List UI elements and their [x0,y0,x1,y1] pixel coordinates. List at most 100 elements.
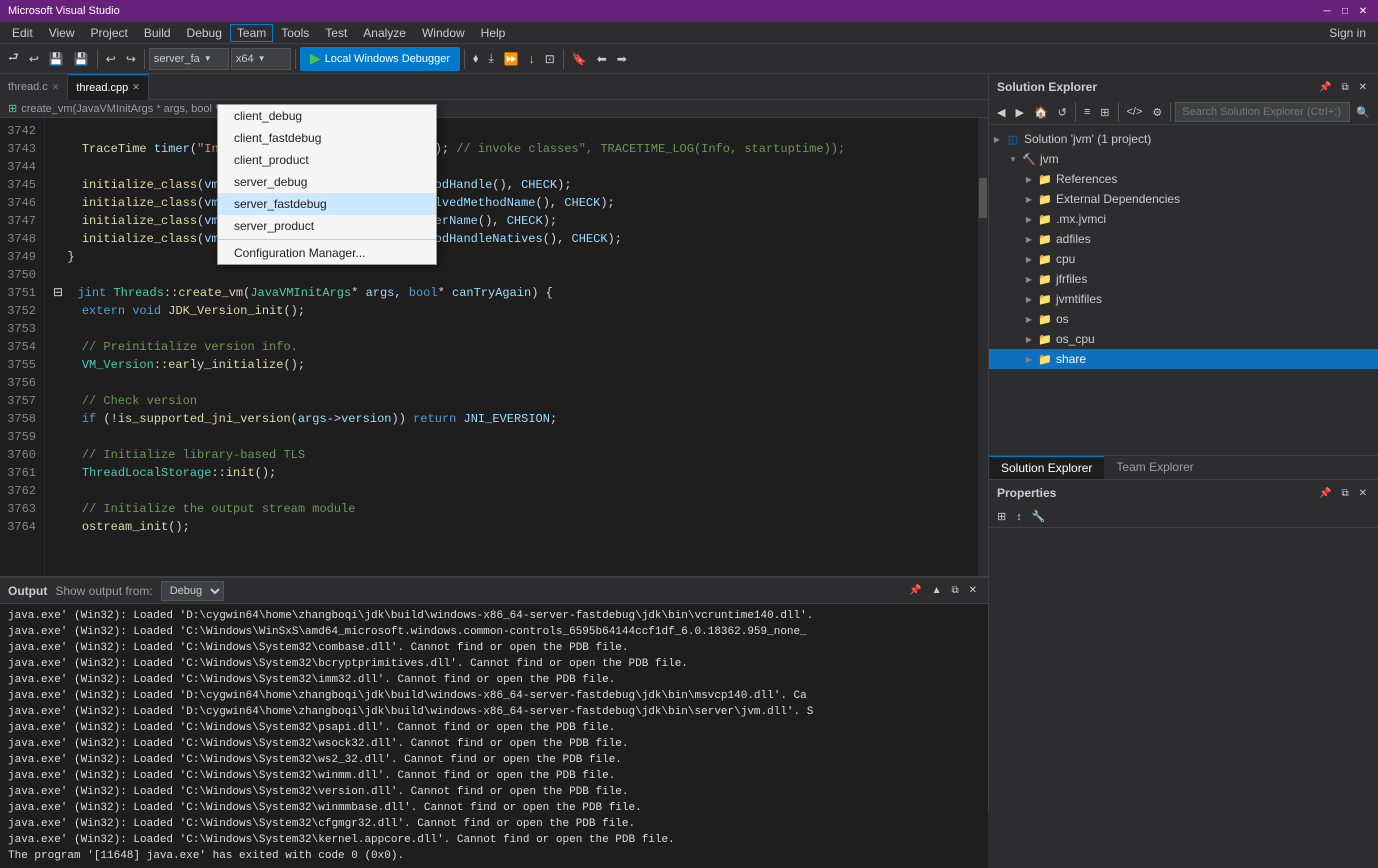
properties-header: Properties 📌 ⧉ ✕ [989,480,1378,506]
dropdown-item-4[interactable]: server_fastdebug [218,193,436,215]
props-float-btn[interactable]: ⧉ [1338,487,1351,500]
menu-project[interactable]: Project [82,24,135,42]
dropdown-item-3[interactable]: server_debug [218,171,436,193]
toolbar-debug-btn1[interactable]: ⤓ [484,47,497,71]
menu-window[interactable]: Window [414,24,473,42]
tree-arrow-os-cpu: ▶ [1021,335,1037,344]
tree-jvmtifiles[interactable]: ▶ 📁 jvmtifiles [989,289,1378,309]
tree-os-cpu[interactable]: ▶ 📁 os_cpu [989,329,1378,349]
maximize-btn[interactable]: □ [1338,4,1352,18]
sol-tb-forward[interactable]: ▶ [1011,104,1027,121]
menu-analyze[interactable]: Analyze [355,24,414,42]
sol-search-btn[interactable]: 🔍 [1352,104,1374,121]
sol-tb-filter[interactable]: ≡ [1080,104,1094,120]
line-numbers: 37423743374437453746 3747374837493750375… [0,118,45,576]
toolbar-redo[interactable]: ↪ [122,47,140,71]
dropdown-item-6[interactable]: Configuration Manager... [218,242,436,264]
tree-os[interactable]: ▶ 📁 os [989,309,1378,329]
output-pin-btn[interactable]: 📌 [906,584,924,597]
config-dropdown-menu[interactable]: client_debug client_fastdebug client_pro… [217,104,437,265]
toolbar-btn-save2[interactable]: 💾 [70,47,93,71]
tree-project-jvm[interactable]: ▼ 🔨 jvm [989,149,1378,169]
tab-thread-c-label: thread.c [8,81,48,93]
solution-explorer-controls: 📌 ⧉ ✕ [1316,81,1370,94]
menu-tools[interactable]: Tools [273,24,317,42]
props-wrench-btn[interactable]: 🔧 [1028,508,1050,525]
tab-close-icon[interactable]: ✕ [52,82,60,93]
scroll-thumb[interactable] [979,178,987,218]
menu-view[interactable]: View [41,24,83,42]
output-close-btn[interactable]: ✕ [966,584,980,597]
props-sort-btn[interactable]: ↕ [1012,509,1026,525]
menu-build[interactable]: Build [136,24,179,42]
sol-pin-btn[interactable]: 📌 [1316,81,1334,94]
dropdown-item-1[interactable]: client_fastdebug [218,127,436,149]
dropdown-item-0[interactable]: client_debug [218,105,436,127]
props-close-btn[interactable]: ✕ [1356,487,1370,500]
output-float-btn[interactable]: ⧉ [948,584,961,597]
dropdown-item-2[interactable]: client_product [218,149,436,171]
output-source-select[interactable]: Debug [161,581,224,601]
toolbar-undo[interactable]: ↩ [102,47,120,71]
menu-debug[interactable]: Debug [179,24,230,42]
tree-jfrfiles[interactable]: ▶ 📁 jfrfiles [989,269,1378,289]
tab-thread-cpp[interactable]: thread.cpp ✕ [68,74,149,100]
toolbar-debug-btn2[interactable]: ⏩ [500,47,523,71]
output-line: java.exe' (Win32): Loaded 'C:\Windows\Sy… [8,640,980,656]
props-pin-btn[interactable]: 📌 [1316,487,1334,500]
sol-close-btn[interactable]: ✕ [1356,81,1370,94]
output-line: java.exe' (Win32): Loaded 'C:\Windows\Sy… [8,816,980,832]
toolbar-bookmark[interactable]: 🔖 [568,47,591,71]
toolbar-btn-2[interactable]: ↩ [25,47,43,71]
minimize-btn[interactable]: ─ [1320,4,1334,18]
sol-tb-sep2 [1118,102,1119,122]
tree-jvmtifiles-label: jvmtifiles [1056,292,1102,306]
sol-tb-back[interactable]: ◀ [993,104,1009,121]
tree-adfiles[interactable]: ▶ 📁 adfiles [989,229,1378,249]
menu-test[interactable]: Test [317,24,355,42]
tree-share[interactable]: ▶ 📁 share [989,349,1378,369]
menu-team[interactable]: Team [230,24,273,42]
toolbar-debug-btn3[interactable]: ↓ [525,47,539,71]
dropdown-item-5[interactable]: server_product [218,215,436,237]
output-collapse-btn[interactable]: ▲ [929,584,945,597]
toolbar-nav2[interactable]: ➡ [613,47,631,71]
props-grid-btn[interactable]: ⊞ [993,508,1010,525]
sol-tb-code[interactable]: </> [1123,104,1147,120]
menu-bar: Edit View Project Build Debug Team Tools… [0,22,1378,44]
sign-in-link[interactable]: Sign in [1321,24,1374,42]
tab-team-explorer[interactable]: Team Explorer [1104,456,1205,479]
sol-float-btn[interactable]: ⧉ [1338,81,1351,94]
menu-help[interactable]: Help [473,24,514,42]
solution-search-input[interactable] [1175,102,1350,122]
sol-tb-view[interactable]: ⊞ [1096,104,1113,121]
arch-dropdown[interactable]: x64 ▼ [231,48,291,70]
code-area[interactable]: TraceTime timer("Initialize VM", TraceSt… [45,118,988,576]
code-editor: thread.c ✕ thread.cpp ✕ ⊞ create_vm(Java… [0,74,988,576]
tree-solution[interactable]: ▶ ◫ Solution 'jvm' (1 project) [989,129,1378,149]
window-controls[interactable]: ─ □ ✕ [1320,4,1370,18]
run-button[interactable]: ▶ Local Windows Debugger [300,47,460,71]
toolbar: ⮐ ↩ 💾 💾 ↩ ↪ server_fa ▼ x64 ▼ ▶ Local Wi… [0,44,1378,74]
sol-tb-refresh[interactable]: ↺ [1054,104,1071,121]
toolbar-btn-save1[interactable]: 💾 [45,47,68,71]
tab-solution-explorer[interactable]: Solution Explorer [989,456,1104,479]
tree-cpu[interactable]: ▶ 📁 cpu [989,249,1378,269]
tree-references[interactable]: ▶ 📁 References [989,169,1378,189]
sol-tb-home[interactable]: 🏠 [1030,104,1052,121]
config-dropdown[interactable]: server_fa ▼ [149,48,229,70]
close-btn[interactable]: ✕ [1356,4,1370,18]
tab-thread-c[interactable]: thread.c ✕ [0,74,68,100]
tab-close-cpp-icon[interactable]: ✕ [132,82,140,93]
scroll-indicator[interactable] [978,118,988,576]
toolbar-breakpoint-btn[interactable]: ⬧ [469,47,482,71]
toolbar-debug-btn4[interactable]: ⊡ [541,47,559,71]
toolbar-btn-1[interactable]: ⮐ [4,47,23,71]
toolbar-nav1[interactable]: ⬅ [593,47,611,71]
tree-external-deps[interactable]: ▶ 📁 External Dependencies [989,189,1378,209]
output-line: java.exe' (Win32): Loaded 'C:\Windows\Sy… [8,784,980,800]
tree-mx-jvmci[interactable]: ▶ 📁 .mx.jvmci [989,209,1378,229]
function-header: ⊞ create_vm(JavaVMInitArgs * args, bool … [0,100,988,118]
menu-edit[interactable]: Edit [4,24,41,42]
sol-tb-settings[interactable]: ⚙ [1148,104,1166,121]
